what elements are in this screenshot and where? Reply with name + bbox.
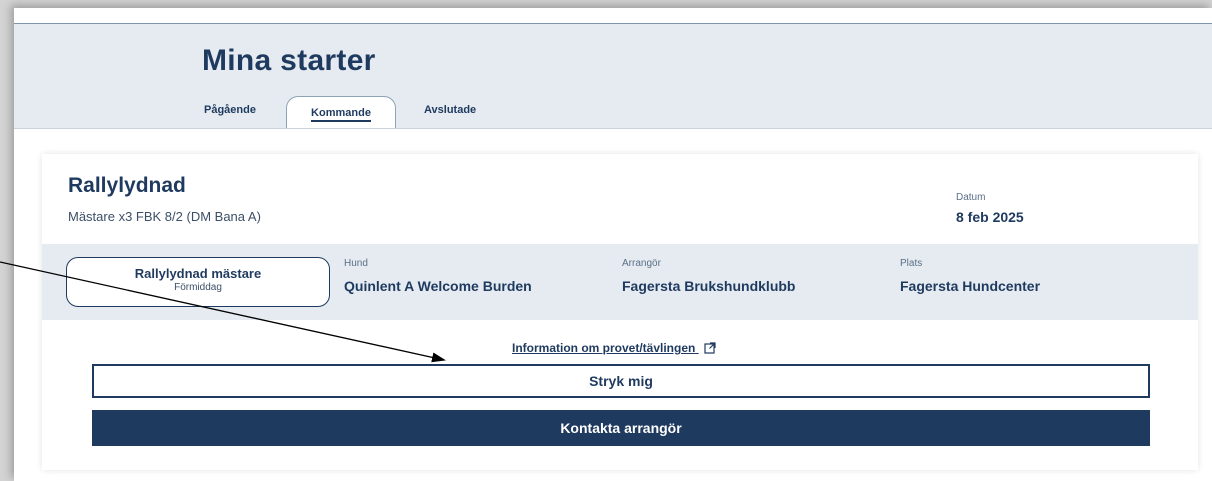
- arrangor-value: Fagersta Brukshundklubb: [622, 278, 796, 294]
- plats-label: Plats: [900, 258, 923, 269]
- hund-label: Hund: [344, 258, 368, 269]
- tab-kommande-label: Kommande: [311, 107, 371, 122]
- start-card: Rallylydnad Mästare x3 FBK 8/2 (DM Bana …: [42, 154, 1198, 470]
- info-band: Rallylydnad mästare Förmiddag Hund Quinl…: [42, 244, 1198, 320]
- app-frame: Mina starter Pågående Kommande Avslutade…: [14, 8, 1212, 481]
- hund-value: Quinlent A Welcome Burden: [344, 278, 532, 294]
- kontakta-arrangor-button[interactable]: Kontakta arrangör: [92, 410, 1150, 446]
- stryk-mig-button[interactable]: Stryk mig: [92, 364, 1150, 398]
- tab-kommande[interactable]: Kommande: [286, 96, 396, 128]
- page-header: Mina starter Pågående Kommande Avslutade: [14, 24, 1212, 129]
- event-title: Rallylydnad: [68, 174, 186, 197]
- date-value: 8 feb 2025: [956, 209, 1024, 225]
- info-link-text: Information om provet/tävlingen: [512, 341, 696, 355]
- event-subtitle: Mästare x3 FBK 8/2 (DM Bana A): [68, 209, 261, 224]
- class-name: Rallylydnad mästare: [134, 266, 262, 281]
- tab-avslutade[interactable]: Avslutade: [424, 104, 476, 116]
- arrangor-label: Arrangör: [622, 258, 661, 269]
- plats-value: Fagersta Hundcenter: [900, 278, 1041, 294]
- class-badge: Rallylydnad mästare Förmiddag: [66, 257, 330, 307]
- class-session: Förmiddag: [174, 282, 222, 293]
- info-link[interactable]: Information om provet/tävlingen: [512, 341, 716, 357]
- date-label: Datum: [956, 192, 986, 203]
- tab-bar: Pågående Kommande Avslutade: [14, 24, 1212, 128]
- external-link-icon: [704, 342, 716, 357]
- tab-pagaende[interactable]: Pågående: [204, 104, 256, 116]
